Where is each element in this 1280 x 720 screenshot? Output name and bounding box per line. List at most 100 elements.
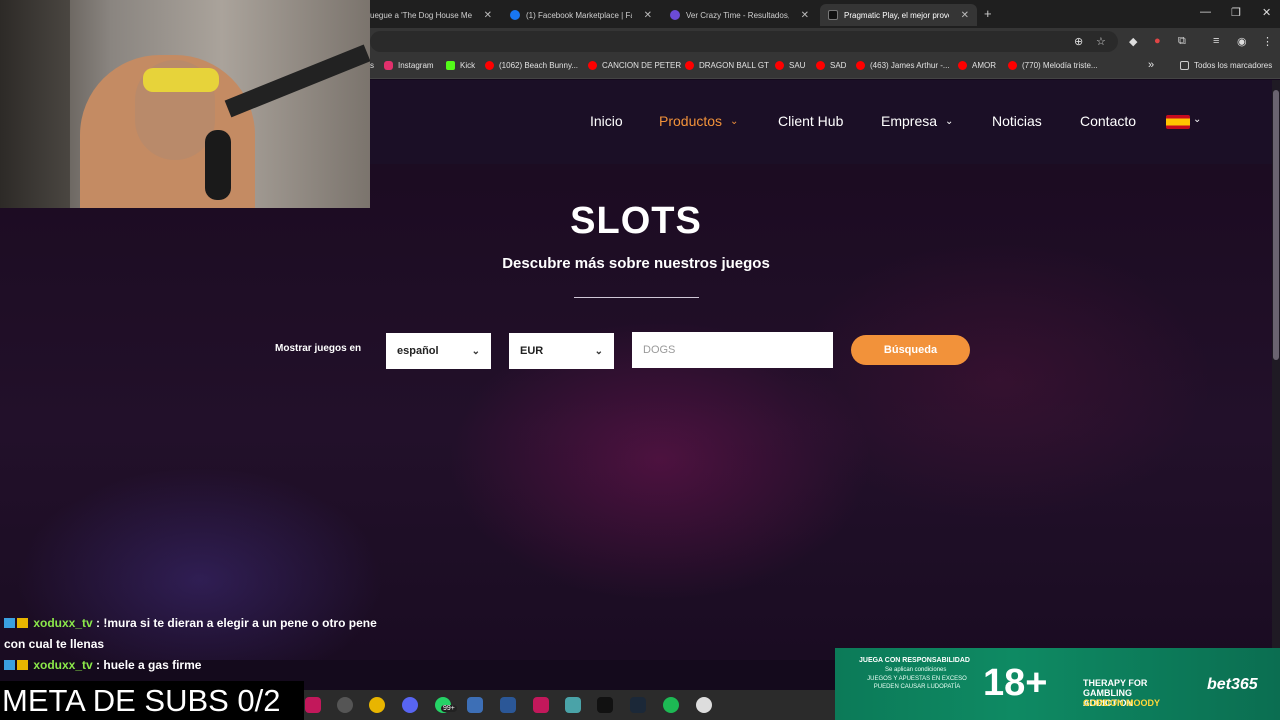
youtube-icon xyxy=(856,61,865,70)
nav-inicio[interactable]: Inicio xyxy=(590,113,623,129)
ad-text: JUEGOS Y APUESTAS EN EXCESO PUEDEN CAUSA… xyxy=(867,676,967,690)
page-subtitle: Descubre más sobre nuestros juegos xyxy=(502,255,770,272)
close-window-icon[interactable]: ✕ xyxy=(1262,6,1271,19)
tiktok-icon[interactable] xyxy=(597,697,613,713)
browser-tab[interactable]: uegue a 'The Dog House Meg ✕ xyxy=(362,4,500,26)
game-search-input[interactable] xyxy=(632,332,833,368)
spain-flag-icon[interactable] xyxy=(1166,115,1190,129)
bookmark-item[interactable]: (770) Melodía triste... xyxy=(1008,61,1098,70)
nav-empresa[interactable]: Empresa ⌄ xyxy=(881,113,953,129)
ad-text: GORDON MOODY xyxy=(1083,698,1161,708)
reading-list-icon[interactable]: ≡ xyxy=(1213,35,1219,47)
chevron-down-icon[interactable]: ⌄ xyxy=(1193,114,1201,125)
bet365-logo: bet365 xyxy=(1207,676,1258,693)
currency-select[interactable]: EUR ⌄ xyxy=(509,333,614,369)
profile-icon[interactable]: ◉ xyxy=(1237,35,1247,48)
bookmark-item[interactable]: SAU xyxy=(775,61,805,70)
tab-title: (1) Facebook Marketplace | Face xyxy=(526,10,632,20)
chat-text: : huele a gas firme xyxy=(96,658,202,672)
more-bookmarks-icon[interactable]: » xyxy=(1148,59,1154,71)
pragmatic-icon xyxy=(828,10,838,20)
calculator-icon[interactable] xyxy=(467,697,483,713)
chat-message: xoduxx_tv : !mura si te dieran a elegir … xyxy=(4,613,384,655)
url-field[interactable] xyxy=(370,31,1118,52)
menu-kebab-icon[interactable]: ⋮ xyxy=(1262,35,1273,48)
filter-label: Mostrar juegos en xyxy=(275,343,362,354)
youtube-icon xyxy=(685,61,694,70)
browser-tab-active[interactable]: Pragmatic Play, el mejor prove ✕ xyxy=(820,4,977,26)
new-tab-icon[interactable]: + xyxy=(984,6,992,21)
bookmark-item[interactable]: AMOR xyxy=(958,61,996,70)
search-button[interactable]: Búsqueda xyxy=(851,335,970,365)
extension-icon[interactable]: ◆ xyxy=(1129,35,1137,48)
close-tab-icon[interactable]: ✕ xyxy=(961,10,969,21)
bookmark-item[interactable]: (1062) Beach Bunny... xyxy=(485,61,578,70)
ad-banner: JUEGA CON RESPONSABILIDAD Se aplican con… xyxy=(835,648,1280,720)
app-icon[interactable] xyxy=(337,697,353,713)
chat-username: xoduxx_tv xyxy=(33,616,93,630)
discord-icon[interactable] xyxy=(402,697,418,713)
nav-client-hub[interactable]: Client Hub xyxy=(778,113,843,129)
word-icon[interactable] xyxy=(500,697,516,713)
nav-productos[interactable]: Productos ⌄ xyxy=(659,113,738,129)
chrome-icon[interactable] xyxy=(369,697,385,713)
webcam-overlay xyxy=(0,0,370,208)
browser-tab[interactable]: (1) Facebook Marketplace | Face ✕ xyxy=(502,4,660,26)
close-tab-icon[interactable]: ✕ xyxy=(801,10,809,21)
badge-icon xyxy=(4,660,15,670)
folder-icon xyxy=(1180,61,1189,70)
bookmark-item[interactable]: s xyxy=(370,61,374,70)
crazy-time-icon xyxy=(670,10,680,20)
app-icon[interactable] xyxy=(565,697,581,713)
bookmark-item[interactable]: Kick xyxy=(446,61,475,70)
tab-title: Ver Crazy Time - Resultados, Es xyxy=(686,10,789,20)
instagram-icon xyxy=(384,61,393,70)
kick-icon xyxy=(446,61,455,70)
streamer-headband xyxy=(143,68,219,92)
bookmark-item[interactable]: CANCION DE PETER xyxy=(588,61,681,70)
close-tab-icon[interactable]: ✕ xyxy=(484,10,492,21)
chat-overlay: xoduxx_tv : !mura si te dieran a elegir … xyxy=(4,613,384,676)
chevron-down-icon: ⌄ xyxy=(945,115,954,127)
age-restriction-label: 18+ xyxy=(983,662,1048,704)
youtube-icon xyxy=(1008,61,1017,70)
scrollbar-thumb[interactable] xyxy=(1273,90,1279,360)
chat-username: xoduxx_tv xyxy=(33,658,93,672)
ad-text: JUEGA CON RESPONSABILIDAD xyxy=(859,657,970,664)
spotify-icon[interactable] xyxy=(663,697,679,713)
browser-tab[interactable]: Ver Crazy Time - Resultados, Es ✕ xyxy=(662,4,817,26)
youtube-icon xyxy=(485,61,494,70)
subs-goal-overlay: META DE SUBS 0/2 xyxy=(0,681,304,720)
youtube-icon xyxy=(775,61,784,70)
facebook-icon xyxy=(510,10,520,20)
notification-badge: 99+ xyxy=(441,705,457,712)
youtube-icon xyxy=(958,61,967,70)
minimize-icon[interactable]: — xyxy=(1200,6,1211,18)
extensions-puzzle-icon[interactable]: ⧉ xyxy=(1178,35,1186,48)
restore-icon[interactable]: ❐ xyxy=(1231,6,1241,19)
bookmark-item[interactable]: Instagram xyxy=(384,61,434,70)
bookmark-item[interactable]: (463) James Arthur -... xyxy=(856,61,950,70)
language-select[interactable]: español ⌄ xyxy=(386,333,491,369)
chevron-down-icon: ⌄ xyxy=(730,115,739,127)
bookmark-item[interactable]: SAD xyxy=(816,61,846,70)
tab-title: Pragmatic Play, el mejor prove xyxy=(844,10,949,20)
bookmarks-folder[interactable]: Todos los marcadores xyxy=(1180,61,1272,70)
app-icon[interactable] xyxy=(305,697,321,713)
youtube-icon xyxy=(588,61,597,70)
close-tab-icon[interactable]: ✕ xyxy=(644,10,652,21)
chevron-down-icon: ⌄ xyxy=(594,345,603,357)
extension-badge-icon[interactable]: ● xyxy=(1154,35,1161,47)
webcam-curtain xyxy=(0,0,70,208)
zoom-icon[interactable]: ⊕ xyxy=(1074,35,1083,48)
ad-text: Se aplican condiciones xyxy=(885,667,947,673)
obs-icon[interactable] xyxy=(696,697,712,713)
nav-contacto[interactable]: Contacto xyxy=(1080,113,1136,129)
bookmark-item[interactable]: DRAGON BALL GT xyxy=(685,61,769,70)
crown-icon xyxy=(17,660,28,670)
nav-noticias[interactable]: Noticias xyxy=(992,113,1042,129)
steam-icon[interactable] xyxy=(630,697,646,713)
bookmark-star-icon[interactable]: ☆ xyxy=(1096,35,1106,48)
crown-icon xyxy=(17,618,28,628)
app-icon[interactable] xyxy=(533,697,549,713)
